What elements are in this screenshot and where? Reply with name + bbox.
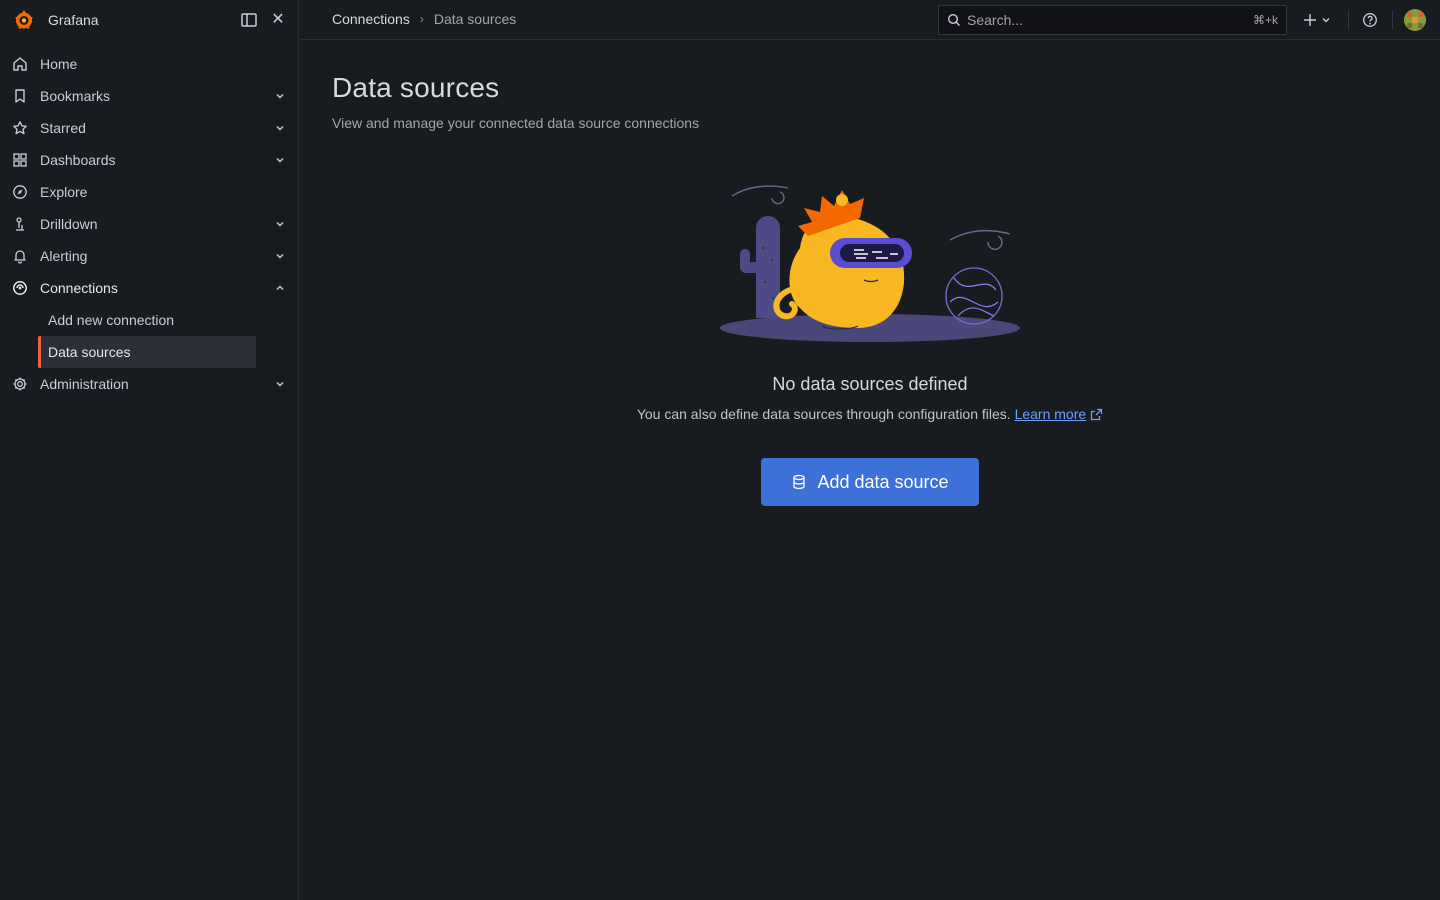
nav-subitem-add-new-connection[interactable]: Add new connection xyxy=(0,304,298,336)
chevron-down-icon[interactable] xyxy=(274,90,286,102)
nav-subitem-data-sources[interactable]: Data sources xyxy=(38,336,256,368)
empty-state-title: No data sources defined xyxy=(772,374,968,394)
grafana-logo-icon[interactable] xyxy=(12,8,36,32)
learn-more-label: Learn more xyxy=(1014,406,1087,422)
chevron-down-icon[interactable] xyxy=(274,122,286,134)
chevron-down-icon[interactable] xyxy=(274,218,286,230)
bell-icon xyxy=(14,250,26,264)
help-icon[interactable] xyxy=(1362,12,1378,28)
breadcrumb-connections[interactable]: Connections xyxy=(332,11,410,27)
nav-label: Administration xyxy=(40,376,129,392)
search-icon xyxy=(947,13,960,26)
nav-item-administration[interactable]: Administration xyxy=(0,368,298,400)
nav-item-bookmarks[interactable]: Bookmarks xyxy=(0,80,298,112)
chevron-up-icon[interactable] xyxy=(274,282,286,294)
bookmark-icon xyxy=(15,89,25,103)
breadcrumb-data-sources: Data sources xyxy=(433,11,517,27)
nav-item-explore[interactable]: Explore xyxy=(0,176,298,208)
app-name: Grafana xyxy=(48,12,99,28)
close-menu-icon[interactable]: ✕ xyxy=(270,11,286,29)
toolbar-divider xyxy=(1348,10,1349,30)
nav-item-starred[interactable]: Starred xyxy=(0,112,298,144)
page-subtitle: View and manage your connected data sour… xyxy=(332,115,700,131)
search-placeholder: Search... xyxy=(967,12,1024,28)
nav-item-connections[interactable]: Connections xyxy=(0,272,298,304)
grid-icon xyxy=(13,153,27,167)
search-input[interactable]: Search... ⌘+k xyxy=(938,5,1287,35)
nav-label: Bookmarks xyxy=(40,88,111,104)
connections-icon xyxy=(13,281,27,295)
learn-more-link[interactable]: Learn more xyxy=(1015,406,1087,422)
new-menu-button[interactable] xyxy=(1302,12,1336,28)
home-icon xyxy=(13,57,27,71)
chevron-down-icon[interactable] xyxy=(274,250,286,262)
compass-icon xyxy=(13,185,27,199)
nav-label: Alerting xyxy=(40,248,88,264)
search-shortcut: ⌘+k xyxy=(1252,13,1278,27)
nav-label: Home xyxy=(40,56,78,72)
nav-label: Starred xyxy=(40,120,86,136)
breadcrumb: Connections › Data sources xyxy=(332,11,516,27)
sidebar: Grafana ✕ Home Bookmarks Starred Dashboa… xyxy=(0,0,299,900)
drilldown-icon xyxy=(16,217,24,231)
user-avatar[interactable] xyxy=(1404,9,1426,31)
main-content: Data sources View and manage your connec… xyxy=(300,40,1440,900)
top-bar: Connections › Data sources Search... ⌘+k xyxy=(300,0,1440,40)
main-nav: Home Bookmarks Starred Dashboards Explor… xyxy=(0,48,298,400)
nav-item-home[interactable]: Home xyxy=(0,48,298,80)
sidebar-header: Grafana ✕ xyxy=(0,0,298,40)
add-data-source-label: Add data source xyxy=(817,471,949,492)
empty-state-description: You can also define data sources through… xyxy=(300,406,1440,422)
nav-item-dashboards[interactable]: Dashboards xyxy=(0,144,298,176)
nav-item-drilldown[interactable]: Drilldown xyxy=(0,208,298,240)
nav-label: Dashboards xyxy=(40,152,116,168)
chevron-down-icon[interactable] xyxy=(274,154,286,166)
plus-icon xyxy=(1304,14,1316,26)
empty-state-illustration xyxy=(720,185,1020,342)
page-title: Data sources xyxy=(332,72,500,103)
nav-item-alerting[interactable]: Alerting xyxy=(0,240,298,272)
grafana-app: Grafana ✕ Home Bookmarks Starred Dashboa… xyxy=(0,0,1440,900)
dock-menu-icon[interactable] xyxy=(240,11,258,29)
nav-label: Connections xyxy=(40,280,118,296)
nav-label: Explore xyxy=(40,184,88,200)
external-link-icon xyxy=(1091,408,1103,421)
chevron-down-icon[interactable] xyxy=(274,378,286,390)
breadcrumb-separator-icon: › xyxy=(419,12,424,26)
chevron-down-icon xyxy=(1322,18,1330,23)
empty-state-text: You can also define data sources through… xyxy=(636,406,1011,422)
add-data-source-button[interactable]: Add data source xyxy=(761,458,979,506)
gear-icon xyxy=(13,377,27,391)
nav-label: Drilldown xyxy=(40,216,98,232)
star-icon xyxy=(13,121,27,135)
toolbar-divider xyxy=(1392,10,1393,30)
database-icon xyxy=(793,474,806,490)
